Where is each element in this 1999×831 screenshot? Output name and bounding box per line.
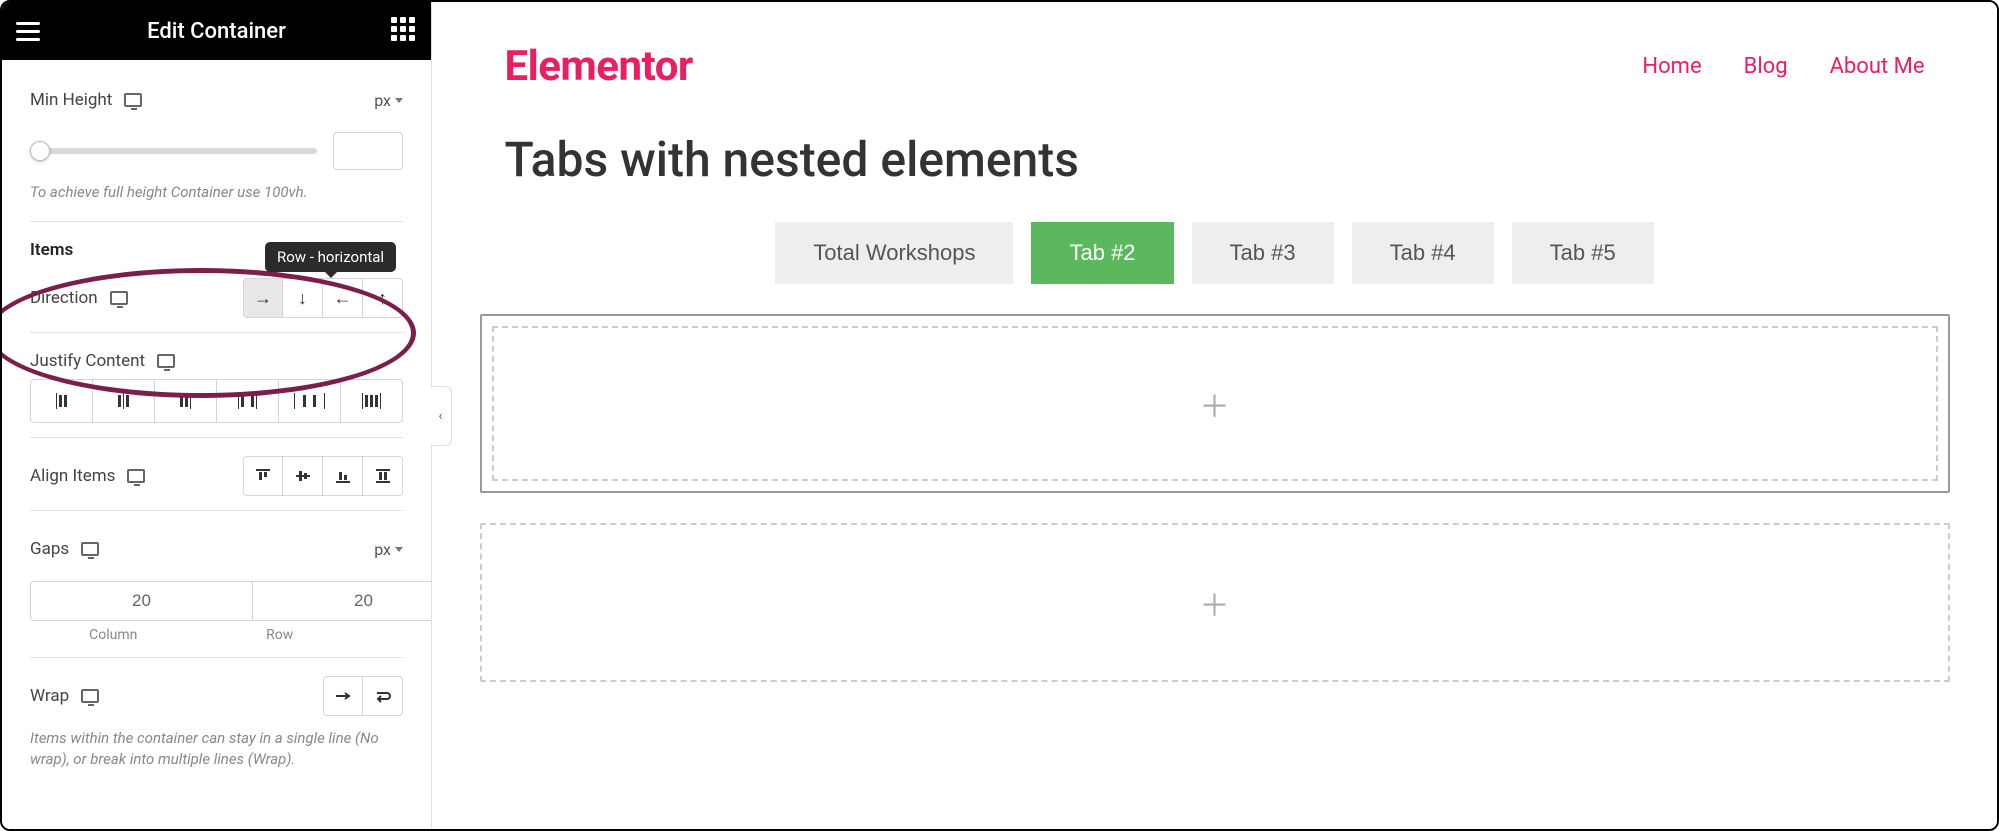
align-center-button[interactable] bbox=[283, 456, 323, 496]
align-start-button[interactable] bbox=[243, 456, 283, 496]
nav-link-blog[interactable]: Blog bbox=[1744, 54, 1788, 79]
justify-center-button[interactable] bbox=[93, 379, 155, 423]
menu-icon[interactable] bbox=[16, 17, 44, 45]
direction-column-button[interactable]: ↓ bbox=[283, 278, 323, 318]
panel-header: Edit Container bbox=[2, 2, 431, 60]
page-heading: Tabs with nested elements bbox=[505, 131, 1925, 188]
preview-area: Elementor Home Blog About Me Tabs with n… bbox=[432, 2, 1997, 829]
direction-buttons: → ↓ ← ↑ bbox=[243, 278, 403, 318]
wrap-nowrap-button[interactable] bbox=[323, 676, 363, 716]
active-container[interactable]: ＋ bbox=[480, 314, 1950, 493]
apps-icon[interactable] bbox=[389, 17, 417, 45]
gaps-label: Gaps bbox=[30, 539, 69, 559]
divider bbox=[30, 437, 403, 438]
justify-around-button[interactable] bbox=[279, 379, 341, 423]
tab-2[interactable]: Tab #2 bbox=[1031, 222, 1173, 284]
divider bbox=[30, 332, 403, 333]
direction-control: Direction → ↓ ← ↑ bbox=[30, 278, 403, 318]
section-dropzone[interactable]: ＋ bbox=[482, 525, 1948, 680]
wrap-buttons bbox=[323, 676, 403, 716]
align-end-button[interactable] bbox=[323, 456, 363, 496]
nav-link-home[interactable]: Home bbox=[1642, 54, 1701, 79]
justify-start-button[interactable] bbox=[30, 379, 93, 423]
divider bbox=[30, 510, 403, 511]
divider bbox=[30, 657, 403, 658]
tabs-widget: Total Workshops Tab #2 Tab #3 Tab #4 Tab… bbox=[505, 222, 1925, 284]
gaps-labels: Column Row bbox=[30, 627, 403, 643]
gaps-row-input[interactable] bbox=[252, 581, 431, 621]
gaps-row-label: Row bbox=[197, 627, 364, 643]
wrap-control: Wrap bbox=[30, 676, 403, 716]
direction-row-reverse-button[interactable]: ← bbox=[323, 278, 363, 318]
direction-label: Direction bbox=[30, 288, 98, 308]
justify-end-button[interactable] bbox=[155, 379, 217, 423]
wrap-label: Wrap bbox=[30, 686, 69, 706]
chevron-down-icon bbox=[395, 547, 403, 552]
min-height-slider-row bbox=[30, 132, 403, 170]
responsive-icon[interactable] bbox=[81, 689, 99, 703]
container-dropzone[interactable]: ＋ bbox=[492, 326, 1938, 481]
responsive-icon[interactable] bbox=[81, 542, 99, 556]
tab-4[interactable]: Tab #4 bbox=[1352, 222, 1494, 284]
gaps-unit[interactable]: px bbox=[374, 540, 403, 559]
align-stretch-button[interactable] bbox=[363, 456, 403, 496]
collapse-panel-button[interactable]: ‹ bbox=[430, 386, 452, 446]
gaps-column-input[interactable] bbox=[30, 581, 252, 621]
responsive-icon[interactable] bbox=[110, 291, 128, 305]
min-height-label: Min Height bbox=[30, 90, 112, 110]
gaps-inputs bbox=[30, 581, 403, 621]
min-height-control: Min Height px bbox=[30, 80, 403, 120]
site-header: Elementor Home Blog About Me bbox=[505, 32, 1925, 121]
empty-section[interactable]: ＋ bbox=[480, 523, 1950, 682]
min-height-hint: To achieve full height Container use 100… bbox=[30, 182, 403, 203]
site-nav: Home Blog About Me bbox=[1642, 54, 1924, 79]
nav-link-about[interactable]: About Me bbox=[1830, 54, 1925, 79]
justify-label: Justify Content bbox=[30, 351, 145, 371]
min-height-input[interactable] bbox=[333, 132, 403, 170]
editor-sidebar: Edit Container Min Height px To achieve … bbox=[2, 2, 432, 829]
direction-row-button[interactable]: → bbox=[243, 278, 283, 318]
divider bbox=[30, 221, 403, 222]
responsive-icon[interactable] bbox=[127, 469, 145, 483]
slider-thumb[interactable] bbox=[30, 141, 50, 161]
tab-5[interactable]: Tab #5 bbox=[1512, 222, 1654, 284]
justify-evenly-button[interactable] bbox=[341, 379, 403, 423]
gaps-control: Gaps px bbox=[30, 529, 403, 569]
tab-1[interactable]: Total Workshops bbox=[775, 222, 1013, 284]
align-control: Align Items bbox=[30, 456, 403, 496]
panel-body: Min Height px To achieve full height Con… bbox=[2, 60, 431, 829]
add-widget-icon[interactable]: ＋ bbox=[1200, 382, 1230, 426]
responsive-icon[interactable] bbox=[124, 93, 142, 107]
min-height-unit[interactable]: px bbox=[374, 91, 403, 110]
panel-title: Edit Container bbox=[147, 19, 286, 44]
chevron-down-icon bbox=[395, 98, 403, 103]
align-buttons bbox=[243, 456, 403, 496]
responsive-icon[interactable] bbox=[157, 354, 175, 368]
wrap-wrap-button[interactable] bbox=[363, 676, 403, 716]
tab-3[interactable]: Tab #3 bbox=[1192, 222, 1334, 284]
wrap-hint: Items within the container can stay in a… bbox=[30, 728, 403, 770]
justify-between-button[interactable] bbox=[217, 379, 279, 423]
min-height-slider[interactable] bbox=[30, 148, 317, 154]
add-section-icon[interactable]: ＋ bbox=[1200, 581, 1230, 625]
justify-buttons bbox=[30, 379, 403, 423]
gaps-column-label: Column bbox=[30, 627, 197, 643]
align-label: Align Items bbox=[30, 466, 115, 486]
site-brand: Elementor bbox=[505, 42, 693, 91]
direction-tooltip: Row - horizontal bbox=[265, 242, 396, 272]
direction-column-reverse-button[interactable]: ↑ bbox=[363, 278, 403, 318]
